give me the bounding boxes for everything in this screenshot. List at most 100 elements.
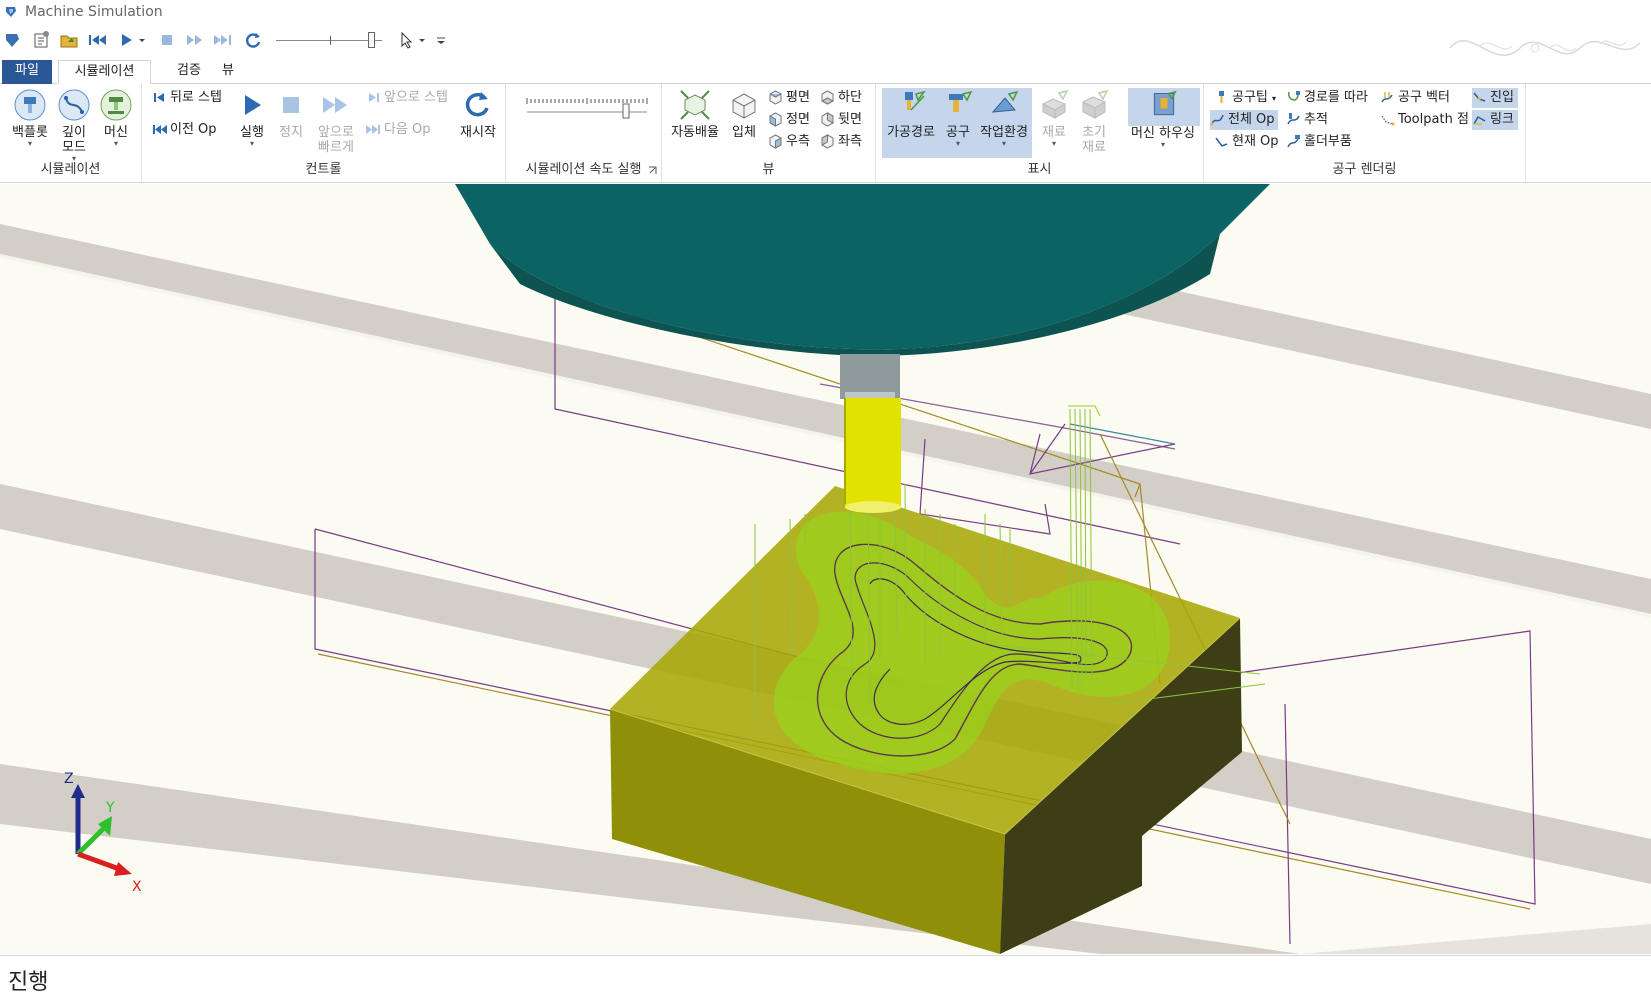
machine-simulation-window: Machine Simulation 파일 시뮬레이션 검증 뷰 백플롯 ▾ 깊… <box>0 0 1651 999</box>
spindle-head <box>455 184 1270 356</box>
link-icon <box>1473 115 1486 125</box>
view-left-button[interactable]: 좌측 <box>820 132 862 152</box>
workenv-dropdown-icon: ▾ <box>1001 139 1006 148</box>
next-op-button[interactable]: 다음 Op <box>366 120 431 140</box>
depth-mode-button[interactable]: 깊이 모드 ▾ <box>54 88 94 163</box>
initial-stock-toggle[interactable]: 초기 재료 <box>1076 88 1112 155</box>
group-label-control: 컨트롤 <box>305 162 342 177</box>
view-bottom-button[interactable]: 하단 <box>820 88 862 108</box>
cursor-dropdown-icon[interactable] <box>416 28 428 52</box>
run-label: 실행 <box>240 125 264 140</box>
machine-housing-toggle[interactable] <box>1128 88 1200 126</box>
trace-toggle[interactable]: 추적 <box>1286 110 1328 130</box>
speed-slider-tick <box>330 36 331 45</box>
run-button[interactable]: 실행 ▾ <box>234 88 270 148</box>
cube-top-icon <box>769 90 782 105</box>
prev-op-button[interactable]: 이전 Op <box>152 120 217 140</box>
app-menu-icon[interactable] <box>2 28 24 52</box>
customize-toolbar-icon[interactable] <box>434 28 448 52</box>
fast-forward-icon[interactable] <box>184 28 206 52</box>
speed-slider-thumb[interactable] <box>368 32 375 48</box>
group-simulation-speed: 시뮬레이션 속도 실행 <box>506 84 662 183</box>
restart-label: 재시작 <box>460 125 496 140</box>
group-label-simulation-speed: 시뮬레이션 속도 실행 <box>525 162 642 177</box>
step-back-icon <box>154 93 164 102</box>
step-back-button[interactable]: 뒤로 스텝 <box>152 88 222 108</box>
stop-icon[interactable] <box>156 28 178 52</box>
simulation-speed-slider[interactable] <box>526 94 648 122</box>
group-label-view: 뷰 <box>762 162 775 177</box>
holder-parts-toggle[interactable]: 홀더부품 <box>1286 132 1352 152</box>
tool-vector-toggle[interactable]: 공구 벡터 <box>1380 88 1450 108</box>
tab-file[interactable]: 파일 <box>2 60 52 84</box>
isometric-label: 입체 <box>732 125 756 140</box>
rewind-to-start-icon[interactable] <box>86 28 108 52</box>
link-toggle[interactable]: 링크 <box>1472 110 1518 130</box>
follow-path-toggle[interactable]: 경로를 따라 <box>1286 88 1368 108</box>
link-label: 링크 <box>1490 112 1514 127</box>
stop-button[interactable]: 정지 <box>274 88 308 140</box>
current-op-toggle[interactable]: 현재 Op <box>1214 132 1279 152</box>
tool-tip-button[interactable]: 공구팁 ▾ <box>1214 88 1276 108</box>
prev-op-label: 이전 Op <box>170 122 217 137</box>
tool-toggle[interactable]: 공구 ▾ <box>940 88 976 158</box>
fast-forward-button[interactable]: 앞으로 빠르게 <box>312 88 360 155</box>
group-label-display: 표시 <box>1027 162 1052 177</box>
tab-simulation[interactable]: 시뮬레이션 <box>58 60 151 84</box>
ribbon-tabs: 파일 시뮬레이션 검증 뷰 <box>0 58 1651 84</box>
select-cursor-icon[interactable] <box>396 28 418 52</box>
toolpath-point-icon <box>1381 115 1395 126</box>
speed-slider-track[interactable] <box>276 40 382 41</box>
status-bar: 진행 <box>0 955 1651 999</box>
all-op-toggle[interactable]: 전체 Op <box>1210 110 1278 130</box>
restart-button[interactable]: 재시작 <box>456 88 500 140</box>
simulation-viewport[interactable]: Z Y X <box>0 184 1651 954</box>
tab-view[interactable]: 뷰 <box>210 60 246 84</box>
workenv-toggle[interactable]: 작업환경 ▾ <box>976 88 1032 158</box>
group-view: 자동배율 입체 평면 정면 우측 하단 뒷면 좌측 뷰 <box>662 84 876 183</box>
machine-housing-dropdown-icon: ▾ <box>1160 140 1165 149</box>
step-forward-button[interactable]: 앞으로 스텝 <box>366 88 448 108</box>
view-back-button[interactable]: 뒷면 <box>820 110 862 130</box>
tab-verify[interactable]: 검증 <box>165 60 213 84</box>
view-right-button[interactable]: 우측 <box>768 132 810 152</box>
view-front-button[interactable]: 정면 <box>768 110 810 130</box>
view-top-button[interactable]: 평면 <box>768 88 810 108</box>
backplot-button[interactable]: 백플롯 ▾ <box>8 88 52 148</box>
cube-right-icon <box>769 134 782 149</box>
play-icon[interactable] <box>116 28 138 52</box>
axis-label-y: Y <box>105 800 115 816</box>
group-simulation: 백플롯 ▾ 깊이 모드 ▾ 머신 ▾ 시뮬레이션 <box>0 84 142 183</box>
restart-button-icon <box>465 92 489 117</box>
toolpath-toggle[interactable]: 가공경로 <box>882 88 940 158</box>
group-display: 가공경로 공구 ▾ 작업환경 ▾ 재료 ▾ 초기 재료 머신 하우싱 ▾ 표시 <box>876 84 1204 183</box>
machine-button[interactable]: 머신 ▾ <box>96 88 136 148</box>
next-op-label: 다음 Op <box>384 122 431 137</box>
view-left-label: 좌측 <box>838 134 862 149</box>
entry-toggle[interactable]: 진입 <box>1472 88 1518 108</box>
open-folder-icon[interactable] <box>58 28 80 52</box>
machine-housing-text[interactable]: 머신 하우싱 ▾ <box>1122 126 1204 149</box>
speed-dialog-launcher-icon[interactable] <box>648 166 657 175</box>
toolpath-point-toggle[interactable]: Toolpath 점 <box>1380 110 1469 130</box>
follow-path-icon <box>1288 91 1300 101</box>
run-dropdown-icon: ▾ <box>249 139 254 148</box>
auto-fit-label: 자동배율 <box>671 125 719 140</box>
group-tool-rendering: 공구팁 ▾ 전체 Op 현재 Op 경로를 따라 추적 홀더부품 공구 벡터 T… <box>1204 84 1526 183</box>
auto-fit-button[interactable]: 자동배율 <box>668 88 722 140</box>
stop-button-icon <box>283 97 299 113</box>
auto-fit-icon <box>680 90 710 120</box>
fast-forward-button-icon <box>323 97 347 113</box>
options-icon[interactable] <box>30 28 52 52</box>
title-bar: Machine Simulation <box>0 0 1651 26</box>
step-back-label: 뒤로 스텝 <box>170 90 222 105</box>
play-dropdown-icon[interactable] <box>136 28 148 52</box>
view-back-label: 뒷면 <box>838 112 862 127</box>
initial-stock-label-line1: 초기 <box>1082 125 1106 140</box>
machine-housing-label: 머신 하우싱 <box>1131 126 1195 141</box>
restart-icon[interactable] <box>242 28 264 52</box>
current-op-label: 현재 Op <box>1232 134 1279 149</box>
isometric-button[interactable]: 입체 <box>726 88 762 140</box>
skip-to-end-icon[interactable] <box>212 28 234 52</box>
stock-toggle[interactable]: 재료 ▾ <box>1036 88 1072 148</box>
